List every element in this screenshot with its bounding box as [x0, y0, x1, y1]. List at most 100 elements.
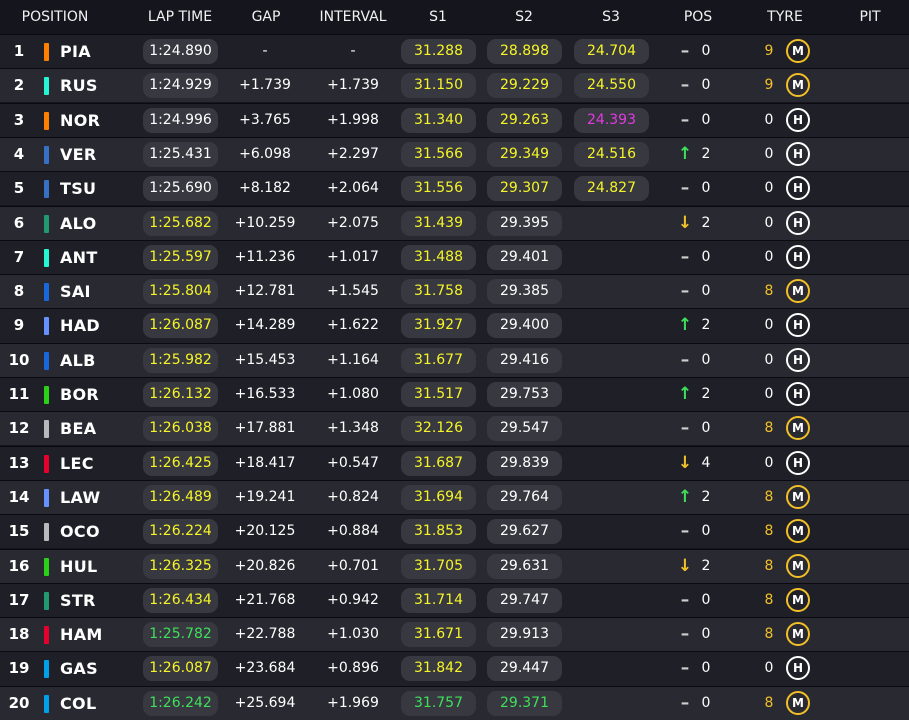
hard-tyre-icon: H: [786, 450, 810, 475]
hard-tyre-icon: H: [786, 656, 810, 681]
driver-code[interactable]: OCO: [60, 515, 100, 548]
driver-code[interactable]: BEA: [60, 412, 96, 445]
table-row[interactable]: 8 SAI 1:25.804 +12.781 +1.545 31.758 29.385 –0 8…: [0, 274, 909, 309]
table-row[interactable]: 6 ALO 1:25.682 +10.259 +2.075 31.439 29.395 ↓ 2 0…: [0, 205, 909, 240]
team-color-bar: [44, 626, 49, 645]
table-row[interactable]: 18 HAM 1:25.782 +22.788 +1.030 31.671 29.913 –0…: [0, 617, 909, 652]
table-row[interactable]: 19 GAS 1:26.087 +23.684 +0.896 31.842 29.447–0…: [0, 651, 909, 686]
header-s3[interactable]: S3: [591, 0, 631, 34]
position-number: 10: [8, 350, 30, 369]
sector-2-time: 29.764: [487, 484, 562, 510]
medium-tyre-icon: M: [786, 690, 810, 715]
gap-value: +1.739: [239, 77, 291, 94]
table-row[interactable]: 1 PIA 1:24.890 - - 31.288 28.898 24.704 –0 9 M: [0, 34, 909, 69]
driver-code[interactable]: VER: [60, 138, 97, 171]
medium-tyre-icon: M: [786, 416, 810, 441]
driver-code[interactable]: GAS: [60, 652, 98, 685]
driver-code[interactable]: NOR: [60, 104, 100, 137]
header-pos[interactable]: POS: [676, 0, 720, 34]
table-row[interactable]: 3 NOR 1:24.996 +3.765 +1.998 31.340 29.263 24.3…: [0, 102, 909, 137]
sector-1-time: 31.687: [401, 450, 476, 476]
table-row[interactable]: 5 TSU 1:25.690 +8.182 +2.064 31.556 29.307 24.8…: [0, 171, 909, 206]
table-row[interactable]: 20 COL 1:26.242 +25.694 +1.969 31.757 29.371 –0…: [0, 685, 909, 720]
header-position[interactable]: POSITION: [6, 0, 104, 34]
driver-code[interactable]: HUL: [60, 550, 97, 583]
tyre-age: 8: [764, 420, 774, 437]
table-row[interactable]: 17 STR 1:26.434 +21.768 +0.942 31.714 29.747 –0…: [0, 582, 909, 617]
lap-time: 1:26.425: [143, 450, 218, 476]
dash-icon: –: [680, 521, 690, 542]
header-s2[interactable]: S2: [504, 0, 544, 34]
lap-time: 1:25.682: [143, 210, 218, 236]
table-row[interactable]: 14 LAW 1:26.489 +19.241 +0.824 31.694 29.764 ↑ 2…: [0, 479, 909, 515]
driver-code[interactable]: ALO: [60, 207, 97, 240]
gap-value: +11.236: [234, 248, 296, 265]
gap-value: +6.098: [239, 145, 291, 162]
position-change: 0: [701, 626, 711, 643]
sector-2-time: 29.447: [487, 656, 562, 682]
table-row[interactable]: 15 OCO 1:26.224 +20.125 +0.884 31.853 29.627 –0…: [0, 514, 909, 549]
header-s1[interactable]: S1: [418, 0, 458, 34]
header-interval[interactable]: INTERVAL: [310, 0, 396, 34]
tyre-age: 8: [764, 488, 774, 505]
driver-code[interactable]: LAW: [60, 481, 100, 514]
driver-code[interactable]: TSU: [60, 172, 96, 205]
position-number: 4: [13, 144, 25, 163]
header-lap-time[interactable]: LAP TIME: [138, 0, 222, 34]
position-change: 0: [701, 111, 711, 128]
sector-1-time: 31.671: [401, 622, 476, 648]
sector-3-time: 24.516: [574, 141, 649, 167]
lap-time: 1:25.597: [143, 244, 218, 270]
gap-value: +8.182: [239, 180, 291, 197]
table-row[interactable]: 4 VER 1:25.431 +6.098 +2.297 31.566 29.349 24.5…: [0, 136, 909, 172]
dash-icon: –: [680, 624, 690, 645]
tyre-age: 8: [764, 557, 774, 574]
driver-code[interactable]: PIA: [60, 35, 91, 68]
position-change: 2: [701, 145, 711, 162]
medium-tyre-icon: M: [786, 279, 810, 304]
team-color-bar: [44, 214, 49, 233]
position-change: 0: [701, 283, 711, 300]
interval-value: +1.030: [327, 626, 379, 643]
header-gap[interactable]: GAP: [244, 0, 288, 34]
sector-3-time: 24.827: [574, 176, 649, 202]
driver-code[interactable]: HAM: [60, 618, 103, 651]
header-tyre[interactable]: TYRE: [758, 0, 812, 34]
table-row[interactable]: 10 ALB 1:25.982 +15.453 +1.164 31.677 29.416–0…: [0, 342, 909, 377]
table-row[interactable]: 13 LEC 1:26.425 +18.417 +0.547 31.687 29.839 ↓ 4…: [0, 445, 909, 480]
tyre-age: 0: [764, 248, 774, 265]
driver-code[interactable]: HAD: [60, 309, 100, 342]
driver-code[interactable]: COL: [60, 687, 96, 720]
dash-icon: –: [680, 41, 690, 61]
driver-code[interactable]: RUS: [60, 69, 98, 102]
table-row[interactable]: 7 ANT 1:25.597 +11.236 +1.017 31.488 29.401–0 0…: [0, 239, 909, 274]
header-pit[interactable]: PIT: [850, 0, 890, 34]
table-row[interactable]: 11 BOR 1:26.132 +16.533 +1.080 31.517 29.753 ↑ 2…: [0, 377, 909, 412]
table-row[interactable]: 16 HUL 1:26.325 +20.826 +0.701 31.705 29.631 ↓ 2…: [0, 548, 909, 583]
position-change: 0: [701, 43, 711, 59]
driver-code[interactable]: ANT: [60, 241, 98, 274]
gap-value: +10.259: [234, 214, 296, 231]
team-color-bar: [44, 557, 49, 576]
table-row[interactable]: 9 HAD 1:26.087 +14.289 +1.622 31.927 29.400 ↑ 2 0…: [0, 308, 909, 343]
medium-tyre-icon: M: [786, 587, 810, 612]
table-row[interactable]: 2 RUS 1:24.929 +1.739 +1.739 31.150 29.229 24.5…: [0, 68, 909, 103]
tyre-age: 8: [764, 694, 774, 711]
sector-2-time: 29.401: [487, 244, 562, 270]
driver-code[interactable]: LEC: [60, 447, 94, 480]
gap-value: +3.765: [239, 111, 291, 128]
sector-1-time: 31.758: [401, 279, 476, 305]
hard-tyre-icon: H: [786, 210, 810, 235]
sector-2-time: 29.349: [487, 141, 562, 167]
table-row[interactable]: 12 BEA 1:26.038 +17.881 +1.348 32.126 29.547 –0…: [0, 411, 909, 446]
sector-1-time: 31.288: [401, 39, 476, 64]
tyre-age: 8: [764, 591, 774, 608]
arrow-down-icon: ↓: [677, 212, 693, 233]
hard-tyre-icon: H: [786, 176, 810, 201]
sector-2-time: 29.547: [487, 416, 562, 442]
driver-code[interactable]: SAI: [60, 275, 91, 308]
driver-code[interactable]: ALB: [60, 344, 96, 377]
interval-value: +1.969: [327, 694, 379, 711]
driver-code[interactable]: BOR: [60, 378, 99, 411]
driver-code[interactable]: STR: [60, 584, 96, 617]
